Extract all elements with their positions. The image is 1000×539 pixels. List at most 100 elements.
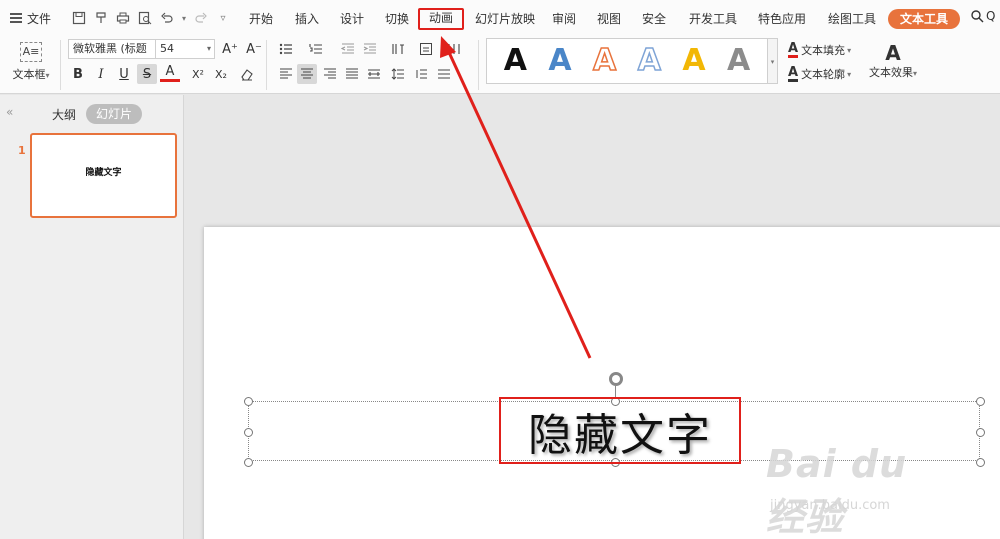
text-style-black[interactable]: A bbox=[504, 44, 527, 78]
gallery-scroll-icon[interactable]: ▾ bbox=[768, 38, 778, 84]
divider bbox=[60, 40, 61, 90]
slide-thumbnail-text: 隐藏文字 bbox=[85, 168, 122, 178]
chevron-down-icon: ▾ bbox=[206, 44, 211, 53]
tab-insert[interactable]: 插入 bbox=[295, 9, 319, 29]
decrease-indent-icon[interactable] bbox=[338, 39, 358, 59]
font-color-button[interactable]: A bbox=[160, 64, 180, 82]
tab-slides[interactable]: 幻灯片 bbox=[86, 104, 143, 124]
text-fill-icon: A bbox=[788, 40, 799, 58]
text-direction-icon[interactable] bbox=[388, 39, 408, 59]
resize-handle[interactable] bbox=[244, 428, 253, 437]
search-button[interactable]: Q bbox=[970, 9, 995, 23]
tab-drawing-tools[interactable]: 绘图工具 bbox=[828, 9, 876, 29]
font-name-value: 微软雅黑 (标题 bbox=[73, 42, 147, 55]
tab-security[interactable]: 安全 bbox=[642, 9, 666, 29]
numbered-list-icon[interactable] bbox=[306, 39, 326, 59]
italic-button[interactable]: I bbox=[91, 64, 111, 84]
line-spacing-icon[interactable] bbox=[388, 64, 408, 84]
tab-review[interactable]: 审阅 bbox=[552, 9, 576, 29]
tab-slideshow[interactable]: 幻灯片放映 bbox=[475, 9, 535, 29]
text-style-orange-outline[interactable]: A bbox=[592, 43, 617, 79]
text-effects-button[interactable]: A 文本效果▾ bbox=[866, 42, 920, 80]
tab-view[interactable]: 视图 bbox=[597, 9, 621, 29]
tab-transitions[interactable]: 切换 bbox=[385, 9, 409, 29]
tab-outline[interactable]: 大纲 bbox=[52, 106, 76, 123]
textbox-button[interactable]: A≡ 文本框▾ bbox=[8, 40, 54, 88]
bold-button[interactable]: B bbox=[68, 64, 88, 84]
file-menu[interactable]: 文件 bbox=[10, 9, 51, 27]
paragraph-spacing-icon[interactable] bbox=[411, 64, 431, 84]
customize-qat-icon[interactable]: ▿ bbox=[214, 9, 232, 27]
align-center-icon[interactable] bbox=[297, 64, 317, 84]
undo-icon[interactable] bbox=[158, 9, 176, 27]
textbox-icon: A≡ bbox=[20, 42, 42, 62]
underline-button[interactable]: U bbox=[114, 64, 134, 84]
format-painter-icon[interactable] bbox=[92, 9, 110, 27]
slide-number: 1 bbox=[18, 144, 26, 157]
tab-animation[interactable]: 动画 bbox=[418, 8, 465, 30]
search-icon bbox=[971, 10, 984, 23]
text-fill-button[interactable]: A 文本填充 ▾ bbox=[788, 42, 851, 58]
baidu-watermark: Bai du 经验 jingyan.baidu.com bbox=[766, 428, 956, 539]
print-preview-icon[interactable] bbox=[136, 9, 154, 27]
align-right-icon[interactable] bbox=[320, 64, 340, 84]
grow-font-button[interactable]: A⁺ bbox=[220, 39, 240, 59]
columns-icon[interactable] bbox=[444, 39, 464, 59]
search-label: Q bbox=[986, 9, 996, 23]
resize-handle[interactable] bbox=[976, 428, 985, 437]
rotate-handle-icon[interactable] bbox=[609, 372, 623, 386]
print-icon[interactable] bbox=[114, 9, 132, 27]
font-size-select[interactable]: 54 ▾ bbox=[155, 39, 215, 59]
text-style-gray[interactable]: A bbox=[727, 44, 750, 78]
resize-handle[interactable] bbox=[244, 458, 253, 467]
paragraph-settings-icon[interactable] bbox=[434, 64, 454, 84]
strikethrough-button[interactable]: S bbox=[137, 64, 157, 84]
shrink-font-button[interactable]: A⁻ bbox=[244, 39, 264, 59]
increase-indent-icon[interactable] bbox=[360, 39, 380, 59]
font-name-select[interactable]: 微软雅黑 (标题 bbox=[68, 39, 156, 59]
tab-home[interactable]: 开始 bbox=[249, 9, 273, 29]
align-text-icon[interactable] bbox=[416, 39, 436, 59]
redo-icon[interactable] bbox=[192, 9, 210, 27]
slide-text[interactable]: 隐藏文字 bbox=[499, 397, 741, 464]
resize-handle[interactable] bbox=[976, 397, 985, 406]
text-outline-label: 文本轮廓 bbox=[801, 68, 846, 81]
divider bbox=[266, 40, 267, 90]
tab-developer[interactable]: 开发工具 bbox=[689, 9, 737, 29]
superscript-button[interactable]: X² bbox=[188, 64, 208, 84]
file-menu-label: 文件 bbox=[27, 11, 52, 26]
clear-format-icon[interactable] bbox=[237, 64, 257, 84]
justify-icon[interactable] bbox=[342, 64, 362, 84]
watermark-url: jingyan.baidu.com bbox=[770, 498, 890, 513]
watermark-brand: Bai du 经验 bbox=[766, 442, 908, 539]
tab-special-apps[interactable]: 特色应用 bbox=[758, 9, 806, 29]
align-left-icon[interactable] bbox=[276, 64, 296, 84]
quick-access-toolbar: ▾ ▿ bbox=[70, 9, 232, 27]
distribute-icon[interactable] bbox=[364, 64, 384, 84]
resize-handle[interactable] bbox=[976, 458, 985, 467]
text-effects-label: 文本效果 bbox=[868, 66, 913, 79]
tab-design[interactable]: 设计 bbox=[340, 9, 364, 29]
save-icon[interactable] bbox=[70, 9, 88, 27]
text-outline-icon: A bbox=[788, 64, 799, 82]
slides-panel: « 大纲 幻灯片 1 隐藏文字 bbox=[0, 95, 184, 539]
subscript-button[interactable]: X₂ bbox=[211, 64, 231, 84]
app-window: 文件 ▾ ▿ 开始 插入 设计 切换 动画 幻灯片放映 审阅 视图 安全 开发工… bbox=[0, 0, 1000, 539]
collapse-panel-icon[interactable]: « bbox=[6, 105, 13, 119]
text-fill-label: 文本填充 bbox=[801, 44, 846, 57]
text-outline-button[interactable]: A 文本轮廓 ▾ bbox=[788, 66, 851, 82]
text-effects-icon: A bbox=[885, 41, 901, 65]
hamburger-icon bbox=[10, 13, 22, 23]
bullet-list-icon[interactable] bbox=[276, 39, 296, 59]
resize-handle[interactable] bbox=[244, 397, 253, 406]
slide-thumbnail[interactable]: 隐藏文字 bbox=[30, 133, 177, 218]
text-styles-gallery: A A A A A A bbox=[486, 38, 768, 84]
menu-bar: 文件 ▾ ▿ 开始 插入 设计 切换 动画 幻灯片放映 审阅 视图 安全 开发工… bbox=[0, 0, 1000, 36]
ribbon-toolbar: A≡ 文本框▾ 微软雅黑 (标题 54 ▾ A⁺ A⁻ B I U S A X²… bbox=[0, 36, 1000, 94]
tab-text-tools[interactable]: 文本工具 bbox=[888, 9, 961, 29]
textbox-label: 文本框 bbox=[12, 68, 46, 81]
undo-dropdown-icon[interactable]: ▾ bbox=[180, 9, 188, 27]
text-style-gold[interactable]: A bbox=[682, 44, 705, 78]
text-style-blue[interactable]: A bbox=[548, 44, 571, 78]
text-style-blue-outline[interactable]: A bbox=[637, 43, 662, 79]
